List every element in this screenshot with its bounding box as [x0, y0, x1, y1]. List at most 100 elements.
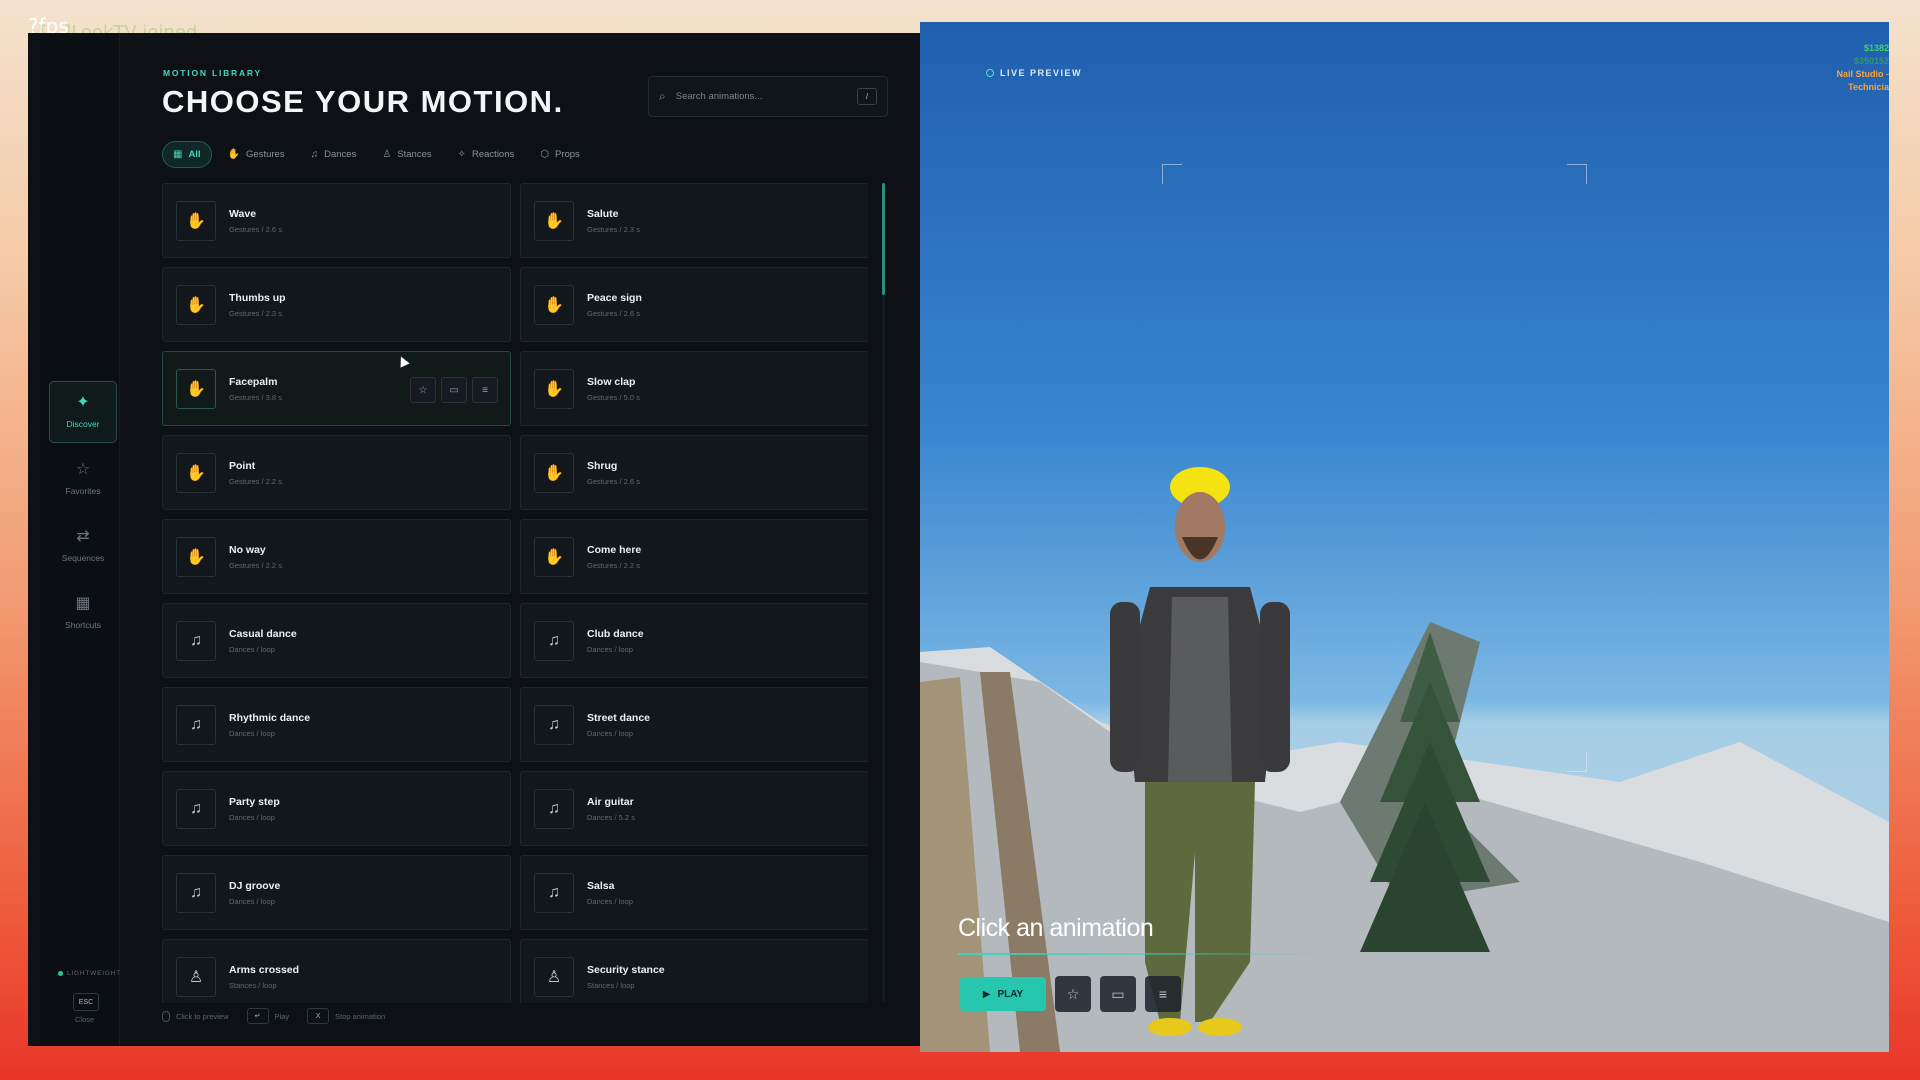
hand-icon: ✋	[534, 536, 574, 577]
animation-card[interactable]: ♫ Party step Dances / loop	[162, 771, 511, 846]
animation-card[interactable]: ✋ Salute Gestures / 2.3 s	[520, 183, 868, 258]
animation-name: Slow clap	[587, 375, 636, 388]
animation-card[interactable]: ✋ Come here Gestures / 2.2 s	[520, 519, 868, 594]
animation-card[interactable]: ♫ Salsa Dances / loop	[520, 855, 868, 930]
hand-icon: ✋	[227, 149, 241, 160]
animation-name: Point	[229, 459, 256, 472]
tab-dances[interactable]: ♫ Dances	[301, 141, 367, 168]
sidebar: ✦ Discover ☆ Favorites ⇄ Sequences ▦ Sho…	[40, 33, 120, 1046]
animation-name: Rhythmic dance	[229, 711, 311, 724]
card-text: Salsa Dances / loop	[587, 880, 633, 906]
card-text: Security stance Stances / loop	[587, 964, 665, 990]
person-icon: ♙	[534, 956, 574, 997]
animation-meta: Dances / loop	[229, 896, 275, 906]
hand-icon: ✋	[534, 284, 574, 325]
preview-controls: ▶ PLAY ☆ ▭ ≡	[960, 976, 1181, 1012]
card-text: Arms crossed Stances / loop	[229, 964, 299, 990]
music-note-icon: ♫	[534, 704, 574, 745]
scrollbar-thumb[interactable]	[882, 183, 885, 295]
animation-meta: Dances / loop	[587, 728, 633, 738]
sparkle-icon: ✦	[76, 394, 90, 411]
animation-meta: Gestures / 2.2 s	[587, 560, 640, 570]
frame-corner	[1162, 164, 1182, 184]
tab-gestures[interactable]: ✋ Gestures	[218, 141, 295, 168]
search-input[interactable]	[675, 91, 847, 102]
animation-meta: Gestures / 5.0 s	[587, 392, 640, 402]
card-text: Salute Gestures / 2.3 s	[587, 208, 640, 234]
animation-card[interactable]: ✋ Facepalm Gestures / 3.8 s ☆ ▭ ≡	[162, 351, 511, 426]
sidebar-item-sequences[interactable]: ⇄ Sequences	[49, 515, 117, 577]
star-button[interactable]: ☆	[410, 377, 436, 403]
animation-meta: Dances / loop	[587, 644, 633, 654]
music-note-icon: ♫	[176, 620, 216, 661]
prompt-underline	[958, 953, 1338, 955]
section-eyebrow: MOTION LIBRARY	[163, 68, 263, 78]
card-text: Club dance Dances / loop	[587, 628, 644, 654]
sidebar-item-shortcuts[interactable]: ▦ Shortcuts	[49, 582, 117, 644]
close-key[interactable]: ESC	[73, 993, 99, 1011]
star-icon: ☆	[75, 461, 91, 478]
card-text: Party step Dances / loop	[229, 796, 280, 822]
card-text: Peace sign Gestures / 2.6 s	[587, 292, 642, 318]
animation-card[interactable]: ✋ Slow clap Gestures / 5.0 s	[520, 351, 868, 426]
animation-grid: ✋ Wave Gestures / 2.6 s ✋ Salute Gestures / 2…	[162, 183, 868, 1003]
animation-meta: Dances / loop	[587, 896, 633, 906]
hand-icon: ✋	[176, 200, 216, 241]
animation-card[interactable]: ♫ Rhythmic dance Dances / loop	[162, 687, 511, 762]
tab-reactions[interactable]: ✧ Reactions	[448, 141, 525, 168]
animation-card[interactable]: ✋ Thumbs up Gestures / 2.3 s	[162, 267, 511, 342]
hand-icon: ✋	[176, 452, 216, 493]
grid-icon: ▦	[173, 149, 183, 160]
animation-card[interactable]: ♫ Street dance Dances / loop	[520, 687, 868, 762]
camera-button[interactable]: ▭	[441, 377, 467, 403]
play-button[interactable]: ▶ PLAY	[960, 977, 1046, 1011]
animation-name: Casual dance	[229, 627, 297, 640]
animation-meta: Gestures / 2.6 s	[587, 308, 640, 318]
mouse-icon	[162, 1010, 170, 1022]
animation-card[interactable]: ♫ Club dance Dances / loop	[520, 603, 868, 678]
animation-name: Security stance	[587, 963, 665, 976]
animation-card[interactable]: ♫ Casual dance Dances / loop	[162, 603, 511, 678]
animation-card[interactable]: ✋ Shrug Gestures / 2.6 s	[520, 435, 868, 510]
animation-name: Wave	[229, 207, 257, 220]
hand-icon: ✋	[176, 536, 216, 577]
scrollbar[interactable]	[882, 183, 885, 1003]
animation-name: DJ groove	[229, 879, 281, 892]
animation-card[interactable]: ✋ No way Gestures / 2.2 s	[162, 519, 511, 594]
sidebar-item-favorites[interactable]: ☆ Favorites	[49, 448, 117, 510]
animation-card[interactable]: ♙ Arms crossed Stances / loop	[162, 939, 511, 1003]
add-to-sequence-button[interactable]: ≡	[472, 377, 498, 403]
play-icon: ▶	[982, 988, 991, 1000]
animation-meta: Dances / loop	[229, 644, 275, 654]
animation-card[interactable]: ♫ Air guitar Dances / 5.2 s	[520, 771, 868, 846]
music-note-icon: ♫	[534, 872, 574, 913]
animation-card[interactable]: ✋ Peace sign Gestures / 2.6 s	[520, 267, 868, 342]
animation-name: Salute	[587, 207, 619, 220]
camera-button[interactable]: ▭	[1100, 976, 1136, 1012]
animation-name: Air guitar	[587, 795, 634, 808]
sidebar-item-discover[interactable]: ✦ Discover	[49, 381, 117, 443]
animation-card[interactable]: ♫ DJ groove Dances / loop	[162, 855, 511, 930]
animation-meta: Gestures / 2.3 s	[229, 308, 282, 318]
animation-meta: Gestures / 2.2 s	[229, 476, 282, 486]
animation-card[interactable]: ✋ Point Gestures / 2.2 s	[162, 435, 511, 510]
add-to-sequence-icon: ≡	[1158, 986, 1168, 1002]
animation-name: Street dance	[587, 711, 651, 724]
hand-icon: ✋	[176, 368, 216, 409]
card-text: No way Gestures / 2.2 s	[229, 544, 282, 570]
animation-name: Arms crossed	[229, 963, 300, 976]
tab-stances[interactable]: ♙ Stances	[372, 141, 441, 168]
animation-card[interactable]: ♙ Security stance Stances / loop	[520, 939, 868, 1003]
favorite-button[interactable]: ☆	[1055, 976, 1091, 1012]
tab-props[interactable]: ⬡ Props	[530, 141, 590, 168]
card-text: Thumbs up Gestures / 2.3 s	[229, 292, 286, 318]
category-tabs: ▦ All ✋ Gestures ♫ Dances ♙ Stances ✧ Re…	[162, 141, 590, 168]
tab-all[interactable]: ▦ All	[162, 141, 212, 168]
animation-card[interactable]: ✋ Wave Gestures / 2.6 s	[162, 183, 511, 258]
card-actions: ☆ ▭ ≡	[410, 377, 498, 403]
add-to-sequence-button[interactable]: ≡	[1145, 976, 1181, 1012]
live-preview-badge: LIVE PREVIEW	[986, 68, 1082, 78]
animation-name: No way	[229, 543, 266, 556]
card-text: Slow clap Gestures / 5.0 s	[587, 376, 640, 402]
motion-library-panel: ✦ Discover ☆ Favorites ⇄ Sequences ▦ Sho…	[28, 33, 920, 1046]
